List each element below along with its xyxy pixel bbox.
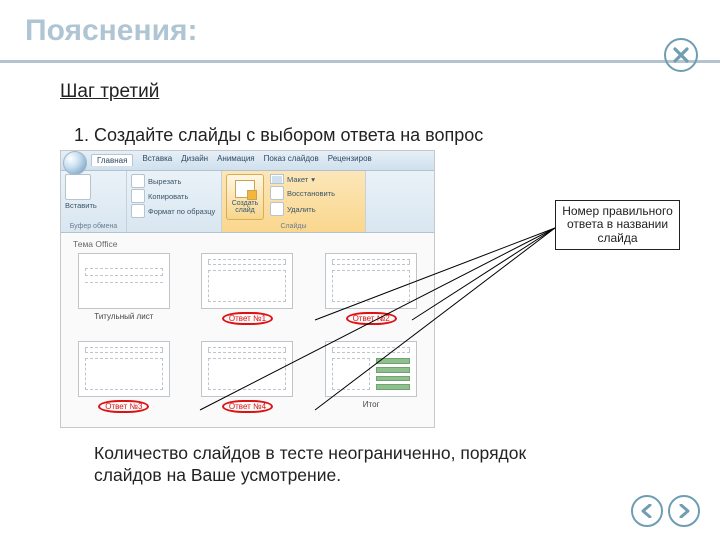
layout-thumbnail [325,253,417,309]
layout-caption-marked: Ответ №4 [222,400,273,413]
cut-icon [131,174,145,188]
footer-note: Количество слайдов в тесте неограниченно… [94,443,594,487]
layout-cell: Итог [320,341,422,419]
next-button[interactable] [668,495,700,527]
ribbon-tab-insert: Вставка [142,154,172,166]
screenshot-powerpoint-ribbon: Главная Вставка Дизайн Анимация Показ сл… [60,150,435,428]
gallery-heading: Тема Office [73,239,422,249]
format-painter-label: Формат по образцу [148,207,215,216]
layout-thumbnail [78,341,170,397]
ribbon-group-slides: Создать слайд Макет ▾ Восстановить Удали… [222,171,366,232]
reset-label: Восстановить [287,189,335,198]
layout-cell: Ответ №4 [197,341,299,419]
layout-thumbnail [325,341,417,397]
layout-caption-marked: Ответ №1 [222,312,273,325]
ribbon-group-clipboard-extra: Вырезать Копировать Формат по образцу [127,171,222,232]
ribbon-tab-slideshow: Показ слайдов [264,154,319,166]
close-button[interactable] [664,38,698,72]
layout-thumbnail [78,253,170,309]
layout-caption: Титульный лист [91,312,156,321]
layout-thumbnail [201,253,293,309]
copy-label: Копировать [148,192,188,201]
delete-slide-label: Удалить [287,205,316,214]
layout-label: Макет [287,175,308,184]
slides-group-label: Слайды [226,223,361,230]
layout-thumbnail [201,341,293,397]
layout-cell: Титульный лист [73,253,175,331]
ribbon-tab-design: Дизайн [181,154,208,166]
office-button-icon [63,151,87,175]
cut-label: Вырезать [148,177,181,186]
chevron-right-icon [677,504,691,518]
callout-note: Номер правильного ответа в названии слай… [555,200,680,250]
layout-caption-marked: Ответ №2 [346,312,397,325]
copy-icon [131,189,145,203]
ribbon-tabstrip: Главная Вставка Дизайн Анимация Показ сл… [61,151,434,171]
delete-slide-icon [270,202,284,216]
layout-cell: Ответ №2 [320,253,422,331]
divider-top [0,60,720,63]
ribbon-body: Вставить Буфер обмена Вырезать Копироват… [61,171,434,233]
chevron-left-icon [640,504,654,518]
close-icon [673,47,689,63]
step-title: Шаг третий [60,82,159,103]
ribbon-tab-home: Главная [91,154,133,166]
layout-icon [270,174,284,184]
layout-caption: Итог [360,400,383,409]
step-instruction: 1. Создайте слайды с выбором ответа на в… [74,125,483,146]
reset-icon [270,186,284,200]
clipboard-group-label: Буфер обмена [65,223,122,230]
ribbon-tab-animation: Анимация [217,154,255,166]
paste-label: Вставить [65,201,97,210]
format-painter-icon [131,204,145,218]
layout-cell: Ответ №3 [73,341,175,419]
layout-caption-marked: Ответ №3 [98,400,149,413]
prev-button[interactable] [631,495,663,527]
paste-icon [65,174,91,200]
layout-gallery-dropdown: Тема Office Титульный лист Ответ №1 Ответ … [61,233,434,427]
page-watermark-title: Пояснения: [25,15,198,47]
new-slide-button: Создать слайд [226,174,264,220]
new-slide-label: Создать слайд [227,200,263,214]
new-slide-icon [235,180,255,198]
layout-cell: Ответ №1 [197,253,299,331]
ribbon-tab-review: Рецензиров [328,154,372,166]
ribbon-group-clipboard: Вставить Буфер обмена [61,171,127,232]
